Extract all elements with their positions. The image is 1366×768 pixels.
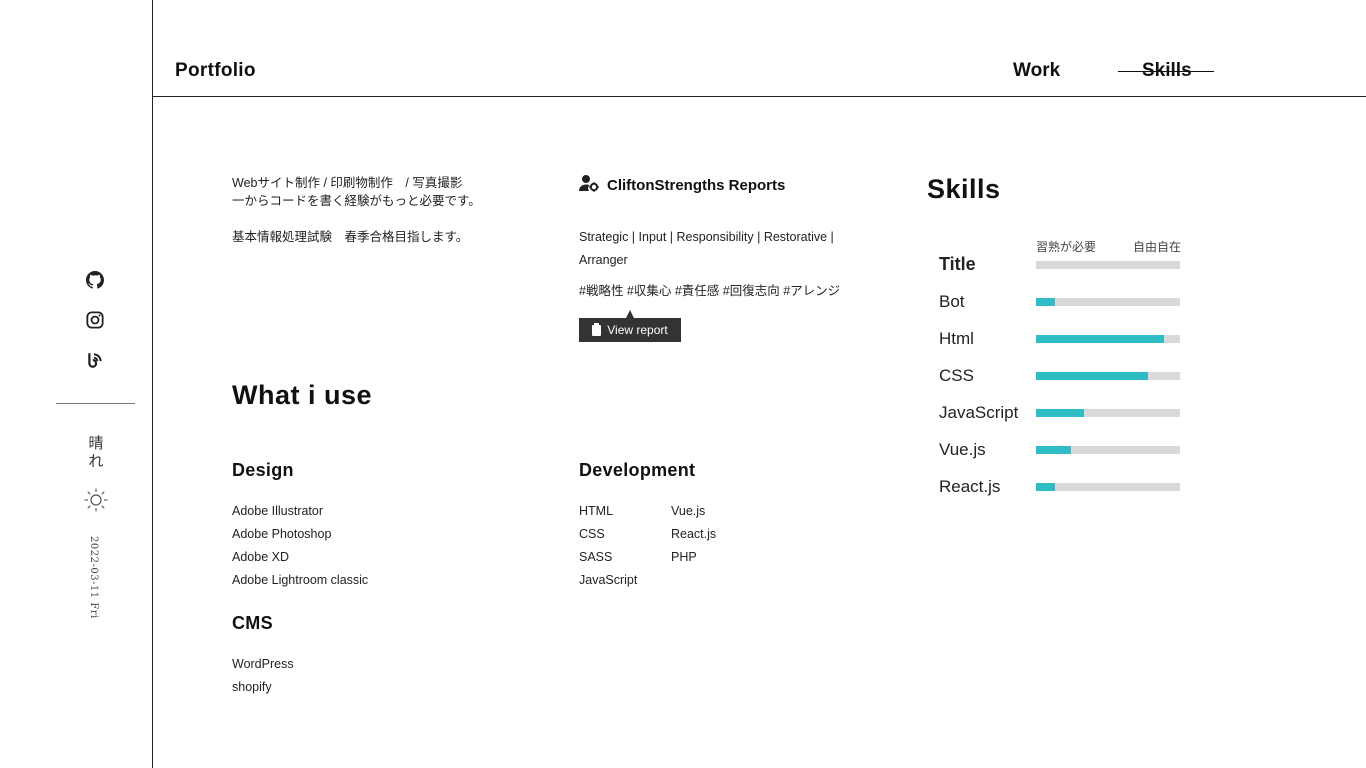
what-i-use-title: What i use <box>232 380 373 410</box>
clifton-title-text: CliftonStrengths Reports <box>607 176 786 194</box>
list-item: Vue.js <box>671 504 706 518</box>
skill-bar <box>1036 409 1180 417</box>
clifton-tags: #戦略性 #収集心 #責任感 #回復志向 #アレンジ <box>579 284 841 298</box>
skill-bar <box>1036 335 1180 343</box>
list-item: shopify <box>232 680 272 694</box>
skill-bar-fill <box>1036 483 1055 491</box>
clifton-title: CliftonStrengths Reports <box>579 174 785 196</box>
list-item: HTML <box>579 504 614 518</box>
skill-bar-fill <box>1036 409 1084 417</box>
skill-label: Vue.js <box>939 440 986 459</box>
skill-bar-fill <box>1036 335 1165 343</box>
skill-label: JavaScript <box>939 403 1019 422</box>
cms-heading: CMS <box>232 613 273 633</box>
list-item: Adobe Illustrator <box>232 504 324 518</box>
sidebar: 晴れ 2022-03-11 Fri <box>0 0 153 768</box>
header-divider <box>152 96 1366 97</box>
nav-work-link[interactable]: Work <box>1013 60 1060 82</box>
skill-bar-fill <box>1036 298 1055 306</box>
skill-label: CSS <box>939 366 974 385</box>
weather-text: 晴れ <box>88 434 104 470</box>
nav-active-line <box>1118 71 1214 72</box>
brand-logo[interactable]: Portfolio <box>175 60 256 82</box>
skill-bar <box>1036 261 1180 269</box>
development-list-1: HTML CSS SASS JavaScript <box>579 500 637 592</box>
scale-low-label: 習熟が必要 <box>1036 240 1097 254</box>
intro-line: Webサイト制作 / 印刷物制作 / 写真撮影 <box>232 176 463 190</box>
skills-title: Skills <box>927 174 1001 204</box>
skill-bar <box>1036 446 1180 454</box>
list-item: SASS <box>579 550 613 564</box>
intro-line: 基本情報処理試験 春季合格目指します。 <box>232 230 469 244</box>
list-item: CSS <box>579 527 605 541</box>
blog-icon[interactable] <box>86 351 104 369</box>
list-item: React.js <box>671 527 717 541</box>
skill-label: Title <box>939 254 976 274</box>
skill-label: Html <box>939 329 974 348</box>
date-text: 2022-03-11 Fri <box>88 536 99 619</box>
list-item: JavaScript <box>579 573 638 587</box>
list-item: Adobe Photoshop <box>232 527 332 541</box>
skill-label: Bot <box>939 292 965 311</box>
github-icon[interactable] <box>86 271 104 289</box>
cms-list: WordPress shopify <box>232 653 294 699</box>
skill-bar <box>1036 483 1180 491</box>
list-item: WordPress <box>232 657 294 671</box>
skill-bar-fill <box>1036 446 1071 454</box>
list-item: PHP <box>671 550 697 564</box>
user-cog-icon <box>579 174 599 196</box>
skill-label: React.js <box>939 477 1001 496</box>
instagram-icon[interactable] <box>86 311 104 329</box>
clipboard-icon <box>592 322 602 336</box>
sun-icon <box>83 487 109 513</box>
view-report-button[interactable]: View report <box>579 310 681 342</box>
design-heading: Design <box>232 460 294 480</box>
view-report-label: View report <box>607 323 668 337</box>
design-list: Adobe Illustrator Adobe Photoshop Adobe … <box>232 500 368 592</box>
development-heading: Development <box>579 460 696 480</box>
skill-bar <box>1036 372 1180 380</box>
list-item: Adobe XD <box>232 550 289 564</box>
clifton-strengths: Strategic | Input | Responsibility | Res… <box>579 230 834 267</box>
skill-bar <box>1036 298 1180 306</box>
scale-high-label: 自由自在 <box>1133 240 1182 254</box>
intro-line: 一からコードを書く経験がもっと必要です。 <box>232 194 481 208</box>
intro-text: Webサイト制作 / 印刷物制作 / 写真撮影 一からコードを書く経験がもっと必… <box>232 174 481 246</box>
development-list-2: Vue.js React.js PHP <box>671 500 716 569</box>
sidebar-divider <box>56 403 135 404</box>
skill-bar-fill <box>1036 372 1149 380</box>
list-item: Adobe Lightroom classic <box>232 573 369 587</box>
